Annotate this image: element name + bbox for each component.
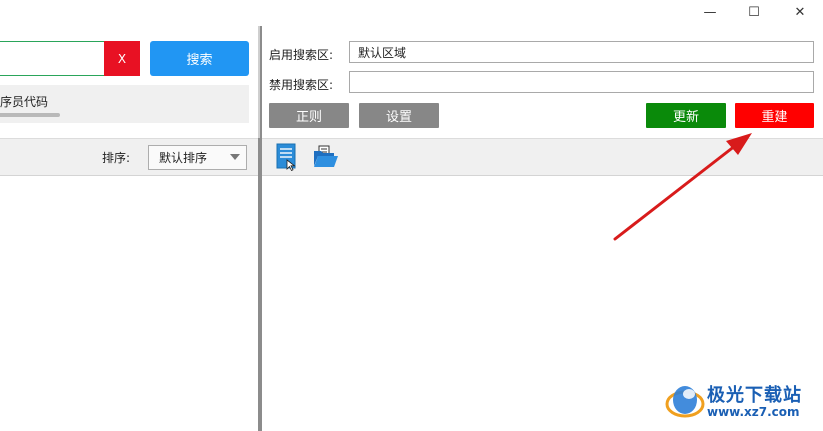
search-hint-text: 序员代码 (0, 95, 49, 109)
sort-select[interactable]: 默认排序 (148, 145, 247, 170)
regex-button-label: 正则 (295, 110, 322, 125)
results-list[interactable] (0, 176, 258, 431)
update-button[interactable]: 更新 (646, 103, 726, 128)
clear-search-button[interactable]: X (104, 41, 140, 76)
enable-search-area-value: 默认区域 (358, 45, 407, 60)
close-button[interactable]: ✕ (777, 0, 823, 24)
annotation-arrow (613, 133, 752, 241)
update-button-label: 更新 (672, 110, 699, 125)
folder-open-icon[interactable] (312, 145, 340, 169)
close-icon: ✕ (794, 4, 806, 20)
maximize-button[interactable]: ☐ (731, 0, 777, 24)
clear-label: X (117, 51, 127, 66)
watermark-logo (665, 386, 705, 418)
settings-button-label: 设置 (385, 110, 412, 125)
regex-button[interactable]: 正则 (269, 103, 349, 128)
rebuild-button[interactable]: 重建 (735, 103, 814, 128)
watermark-url: www.xz7.com (707, 405, 800, 419)
settings-button[interactable]: 设置 (359, 103, 439, 128)
document-icon[interactable] (276, 143, 298, 172)
search-input[interactable] (0, 41, 104, 76)
chevron-down-icon (230, 154, 240, 160)
disable-search-area-label: 禁用搜索区: (269, 78, 334, 92)
sort-label: 排序: (102, 151, 131, 165)
search-button-label: 搜索 (186, 53, 213, 68)
search-button[interactable]: 搜索 (150, 41, 249, 76)
disable-search-area-field[interactable] (349, 71, 814, 93)
sort-select-value: 默认排序 (159, 151, 208, 165)
rebuild-button-label: 重建 (761, 110, 788, 125)
search-progress-bar (0, 113, 60, 117)
maximize-icon: ☐ (748, 4, 760, 20)
minimize-icon: — (703, 4, 717, 20)
panel-divider-top (258, 26, 260, 138)
enable-search-area-field[interactable]: 默认区域 (349, 41, 814, 63)
minimize-button[interactable]: — (687, 0, 733, 24)
watermark-title: 极光下载站 (707, 385, 802, 406)
enable-search-area-label: 启用搜索区: (269, 48, 334, 62)
